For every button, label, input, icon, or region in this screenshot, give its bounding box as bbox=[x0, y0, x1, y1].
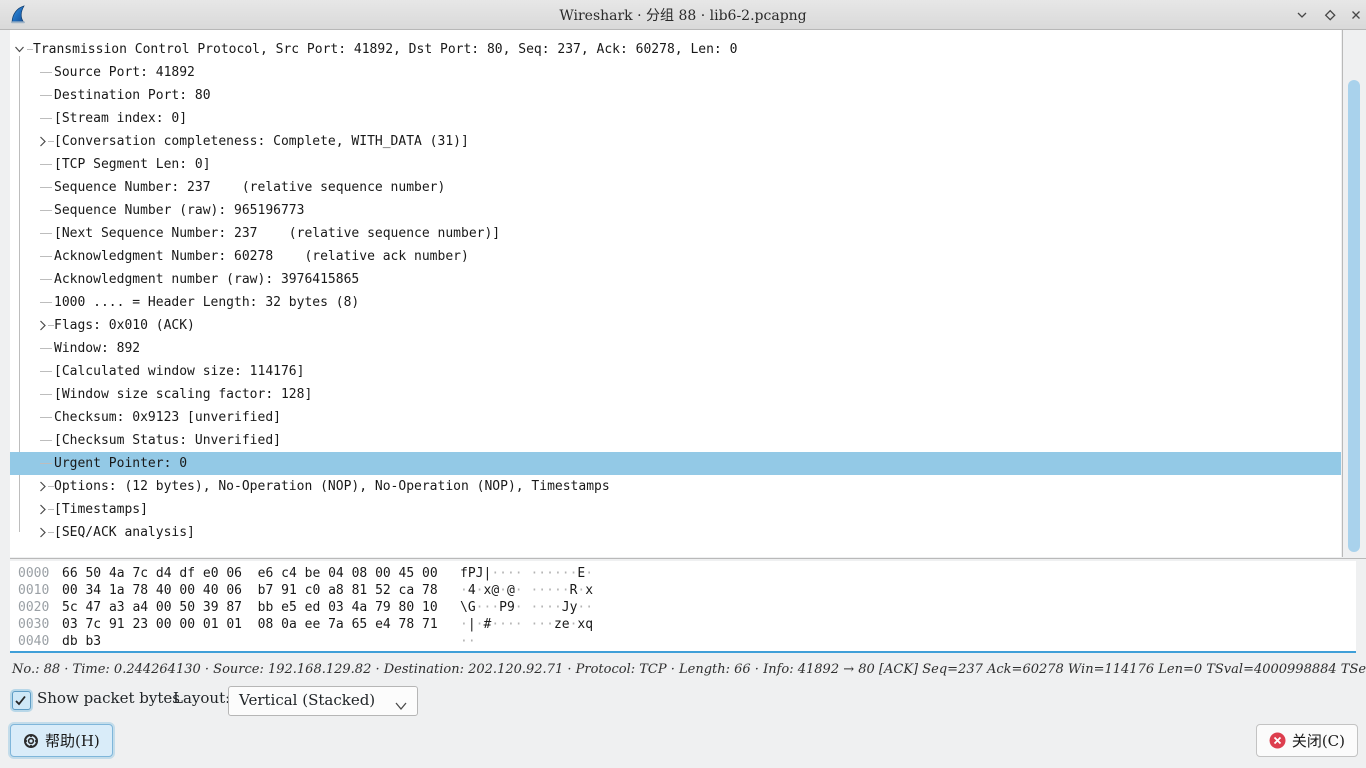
window-title: Wireshark · 分组 88 · lib6-2.pcapng bbox=[0, 5, 1366, 25]
tree-row[interactable]: [Window size scaling factor: 128] bbox=[10, 383, 1341, 406]
packet-detail-tree[interactable]: Transmission Control Protocol, Src Port:… bbox=[10, 30, 1341, 557]
tree-row[interactable]: [Stream index: 0] bbox=[10, 107, 1341, 130]
tree-row[interactable]: [Checksum Status: Unverified] bbox=[10, 429, 1341, 452]
tree-row-label: Destination Port: 80 bbox=[54, 84, 211, 107]
tree-row[interactable]: [Timestamps] bbox=[10, 498, 1341, 521]
tree-row[interactable]: Flags: 0x010 (ACK) bbox=[10, 314, 1341, 337]
dialog-controls: Show packet bytes Layout: Vertical (Stac… bbox=[0, 686, 1366, 716]
tree-row[interactable]: Source Port: 41892 bbox=[10, 61, 1341, 84]
hex-ascii: ·4·x@·@· ·····R·x bbox=[460, 582, 593, 599]
checkmark-icon bbox=[14, 694, 27, 707]
hex-row[interactable]: 0040 db b3 ·· bbox=[10, 633, 1356, 650]
close-button-label: 关闭(C) bbox=[1292, 730, 1345, 751]
tree-row-label: [Checksum Status: Unverified] bbox=[54, 429, 281, 452]
tree-row[interactable]: [SEQ/ACK analysis] bbox=[10, 521, 1341, 544]
show-packet-bytes-checkbox[interactable] bbox=[12, 691, 31, 710]
tree-row[interactable]: Transmission Control Protocol, Src Port:… bbox=[10, 38, 1341, 61]
tree-row-label: [Window size scaling factor: 128] bbox=[54, 383, 312, 406]
hex-bytes: 00 34 1a 78 40 00 40 06 b7 91 c0 a8 81 5… bbox=[62, 582, 438, 599]
tree-row[interactable]: Checksum: 0x9123 [unverified] bbox=[10, 406, 1341, 429]
tree-row[interactable]: Sequence Number (raw): 965196773 bbox=[10, 199, 1341, 222]
hex-ascii: ·· bbox=[460, 633, 476, 650]
help-button-label: 帮助(H) bbox=[45, 730, 100, 751]
tree-row[interactable]: [TCP Segment Len: 0] bbox=[10, 153, 1341, 176]
hex-ascii: \G···P9· ····Jy·· bbox=[460, 599, 593, 616]
tree-row-label: [Calculated window size: 114176] bbox=[54, 360, 304, 383]
layout-dropdown[interactable]: Vertical (Stacked) bbox=[228, 686, 418, 716]
help-icon bbox=[23, 733, 39, 749]
tree-row-label: Checksum: 0x9123 [unverified] bbox=[54, 406, 281, 429]
chevron-down-icon bbox=[394, 696, 408, 715]
close-button[interactable]: 关闭(C) bbox=[1256, 724, 1358, 757]
tree-row[interactable]: Window: 892 bbox=[10, 337, 1341, 360]
packet-bytes-pane[interactable]: 0000 66 50 4a 7c d4 df e0 06 e6 c4 be 04 … bbox=[10, 561, 1356, 653]
tree-row-label: [TCP Segment Len: 0] bbox=[54, 153, 211, 176]
tree-row-label: Urgent Pointer: 0 bbox=[54, 452, 187, 475]
tree-row-label: Transmission Control Protocol, Src Port:… bbox=[33, 38, 737, 61]
tree-row-label: Window: 892 bbox=[54, 337, 140, 360]
tree-row-label: [Next Sequence Number: 237 (relative seq… bbox=[54, 222, 500, 245]
maximize-button[interactable] bbox=[1322, 7, 1338, 23]
tree-row-label: [Stream index: 0] bbox=[54, 107, 187, 130]
tree-row-label: Acknowledgment number (raw): 3976415865 bbox=[54, 268, 359, 291]
tree-row[interactable]: Sequence Number: 237 (relative sequence … bbox=[10, 176, 1341, 199]
close-window-button[interactable] bbox=[1348, 7, 1364, 23]
hex-offset: 0030 bbox=[18, 616, 49, 633]
tree-row[interactable]: 1000 .... = Header Length: 32 bytes (8) bbox=[10, 291, 1341, 314]
hex-offset: 0000 bbox=[18, 565, 49, 582]
tree-row-label: Sequence Number: 237 (relative sequence … bbox=[54, 176, 445, 199]
hex-row[interactable]: 0000 66 50 4a 7c d4 df e0 06 e6 c4 be 04 … bbox=[10, 565, 1356, 582]
tree-row[interactable]: Options: (12 bytes), No-Operation (NOP),… bbox=[10, 475, 1341, 498]
tree-row-label: Flags: 0x010 (ACK) bbox=[54, 314, 195, 337]
hex-offset: 0010 bbox=[18, 582, 49, 599]
tree-row-label: Sequence Number (raw): 965196773 bbox=[54, 199, 304, 222]
vertical-scrollbar-thumb[interactable] bbox=[1348, 80, 1360, 552]
show-packet-bytes-label: Show packet bytes bbox=[37, 689, 180, 707]
tree-row[interactable]: Urgent Pointer: 0 bbox=[10, 452, 1341, 475]
tree-row-label: Options: (12 bytes), No-Operation (NOP),… bbox=[54, 475, 610, 498]
layout-label: Layout: bbox=[173, 689, 230, 707]
hex-bytes: 66 50 4a 7c d4 df e0 06 e6 c4 be 04 08 0… bbox=[62, 565, 438, 582]
tree-row-label: [SEQ/ACK analysis] bbox=[54, 521, 195, 544]
hex-bytes: 5c 47 a3 a4 00 50 39 87 bb e5 ed 03 4a 7… bbox=[62, 599, 438, 616]
minimize-button[interactable] bbox=[1294, 7, 1310, 23]
tree-row[interactable]: [Calculated window size: 114176] bbox=[10, 360, 1341, 383]
help-button[interactable]: 帮助(H) bbox=[10, 724, 113, 757]
tree-row[interactable]: Destination Port: 80 bbox=[10, 84, 1341, 107]
tree-row-label: Acknowledgment Number: 60278 (relative a… bbox=[54, 245, 469, 268]
packet-detail-pane: Transmission Control Protocol, Src Port:… bbox=[10, 30, 1366, 559]
tree-row[interactable]: Acknowledgment Number: 60278 (relative a… bbox=[10, 245, 1341, 268]
tree-row-label: [Timestamps] bbox=[54, 498, 148, 521]
vertical-scrollbar[interactable] bbox=[1342, 30, 1366, 557]
titlebar: Wireshark · 分组 88 · lib6-2.pcapng bbox=[0, 0, 1366, 30]
tree-row-label: 1000 .... = Header Length: 32 bytes (8) bbox=[54, 291, 359, 314]
hex-offset: 0040 bbox=[18, 633, 49, 650]
hex-offset: 0020 bbox=[18, 599, 49, 616]
tree-row-label: Source Port: 41892 bbox=[54, 61, 195, 84]
hex-ascii: ·|·#···· ···ze·xq bbox=[460, 616, 593, 633]
hex-bytes: db b3 bbox=[62, 633, 101, 650]
hex-ascii: fPJ|···· ······E· bbox=[460, 565, 593, 582]
tree-row[interactable]: [Conversation completeness: Complete, WI… bbox=[10, 130, 1341, 153]
hex-bytes: 03 7c 91 23 00 00 01 01 08 0a ee 7a 65 e… bbox=[62, 616, 438, 633]
tree-row[interactable]: [Next Sequence Number: 237 (relative seq… bbox=[10, 222, 1341, 245]
layout-dropdown-value: Vertical (Stacked) bbox=[239, 691, 375, 709]
hex-row[interactable]: 0030 03 7c 91 23 00 00 01 01 08 0a ee 7a … bbox=[10, 616, 1356, 633]
packet-summary-status: No.: 88 · Time: 0.244264130 · Source: 19… bbox=[12, 662, 1356, 680]
close-red-icon bbox=[1269, 732, 1286, 749]
tree-row[interactable]: Acknowledgment number (raw): 3976415865 bbox=[10, 268, 1341, 291]
hex-row[interactable]: 0010 00 34 1a 78 40 00 40 06 b7 91 c0 a8 … bbox=[10, 582, 1356, 599]
hex-row[interactable]: 0020 5c 47 a3 a4 00 50 39 87 bb e5 ed 03 … bbox=[10, 599, 1356, 616]
tree-row-label: [Conversation completeness: Complete, WI… bbox=[54, 130, 469, 153]
